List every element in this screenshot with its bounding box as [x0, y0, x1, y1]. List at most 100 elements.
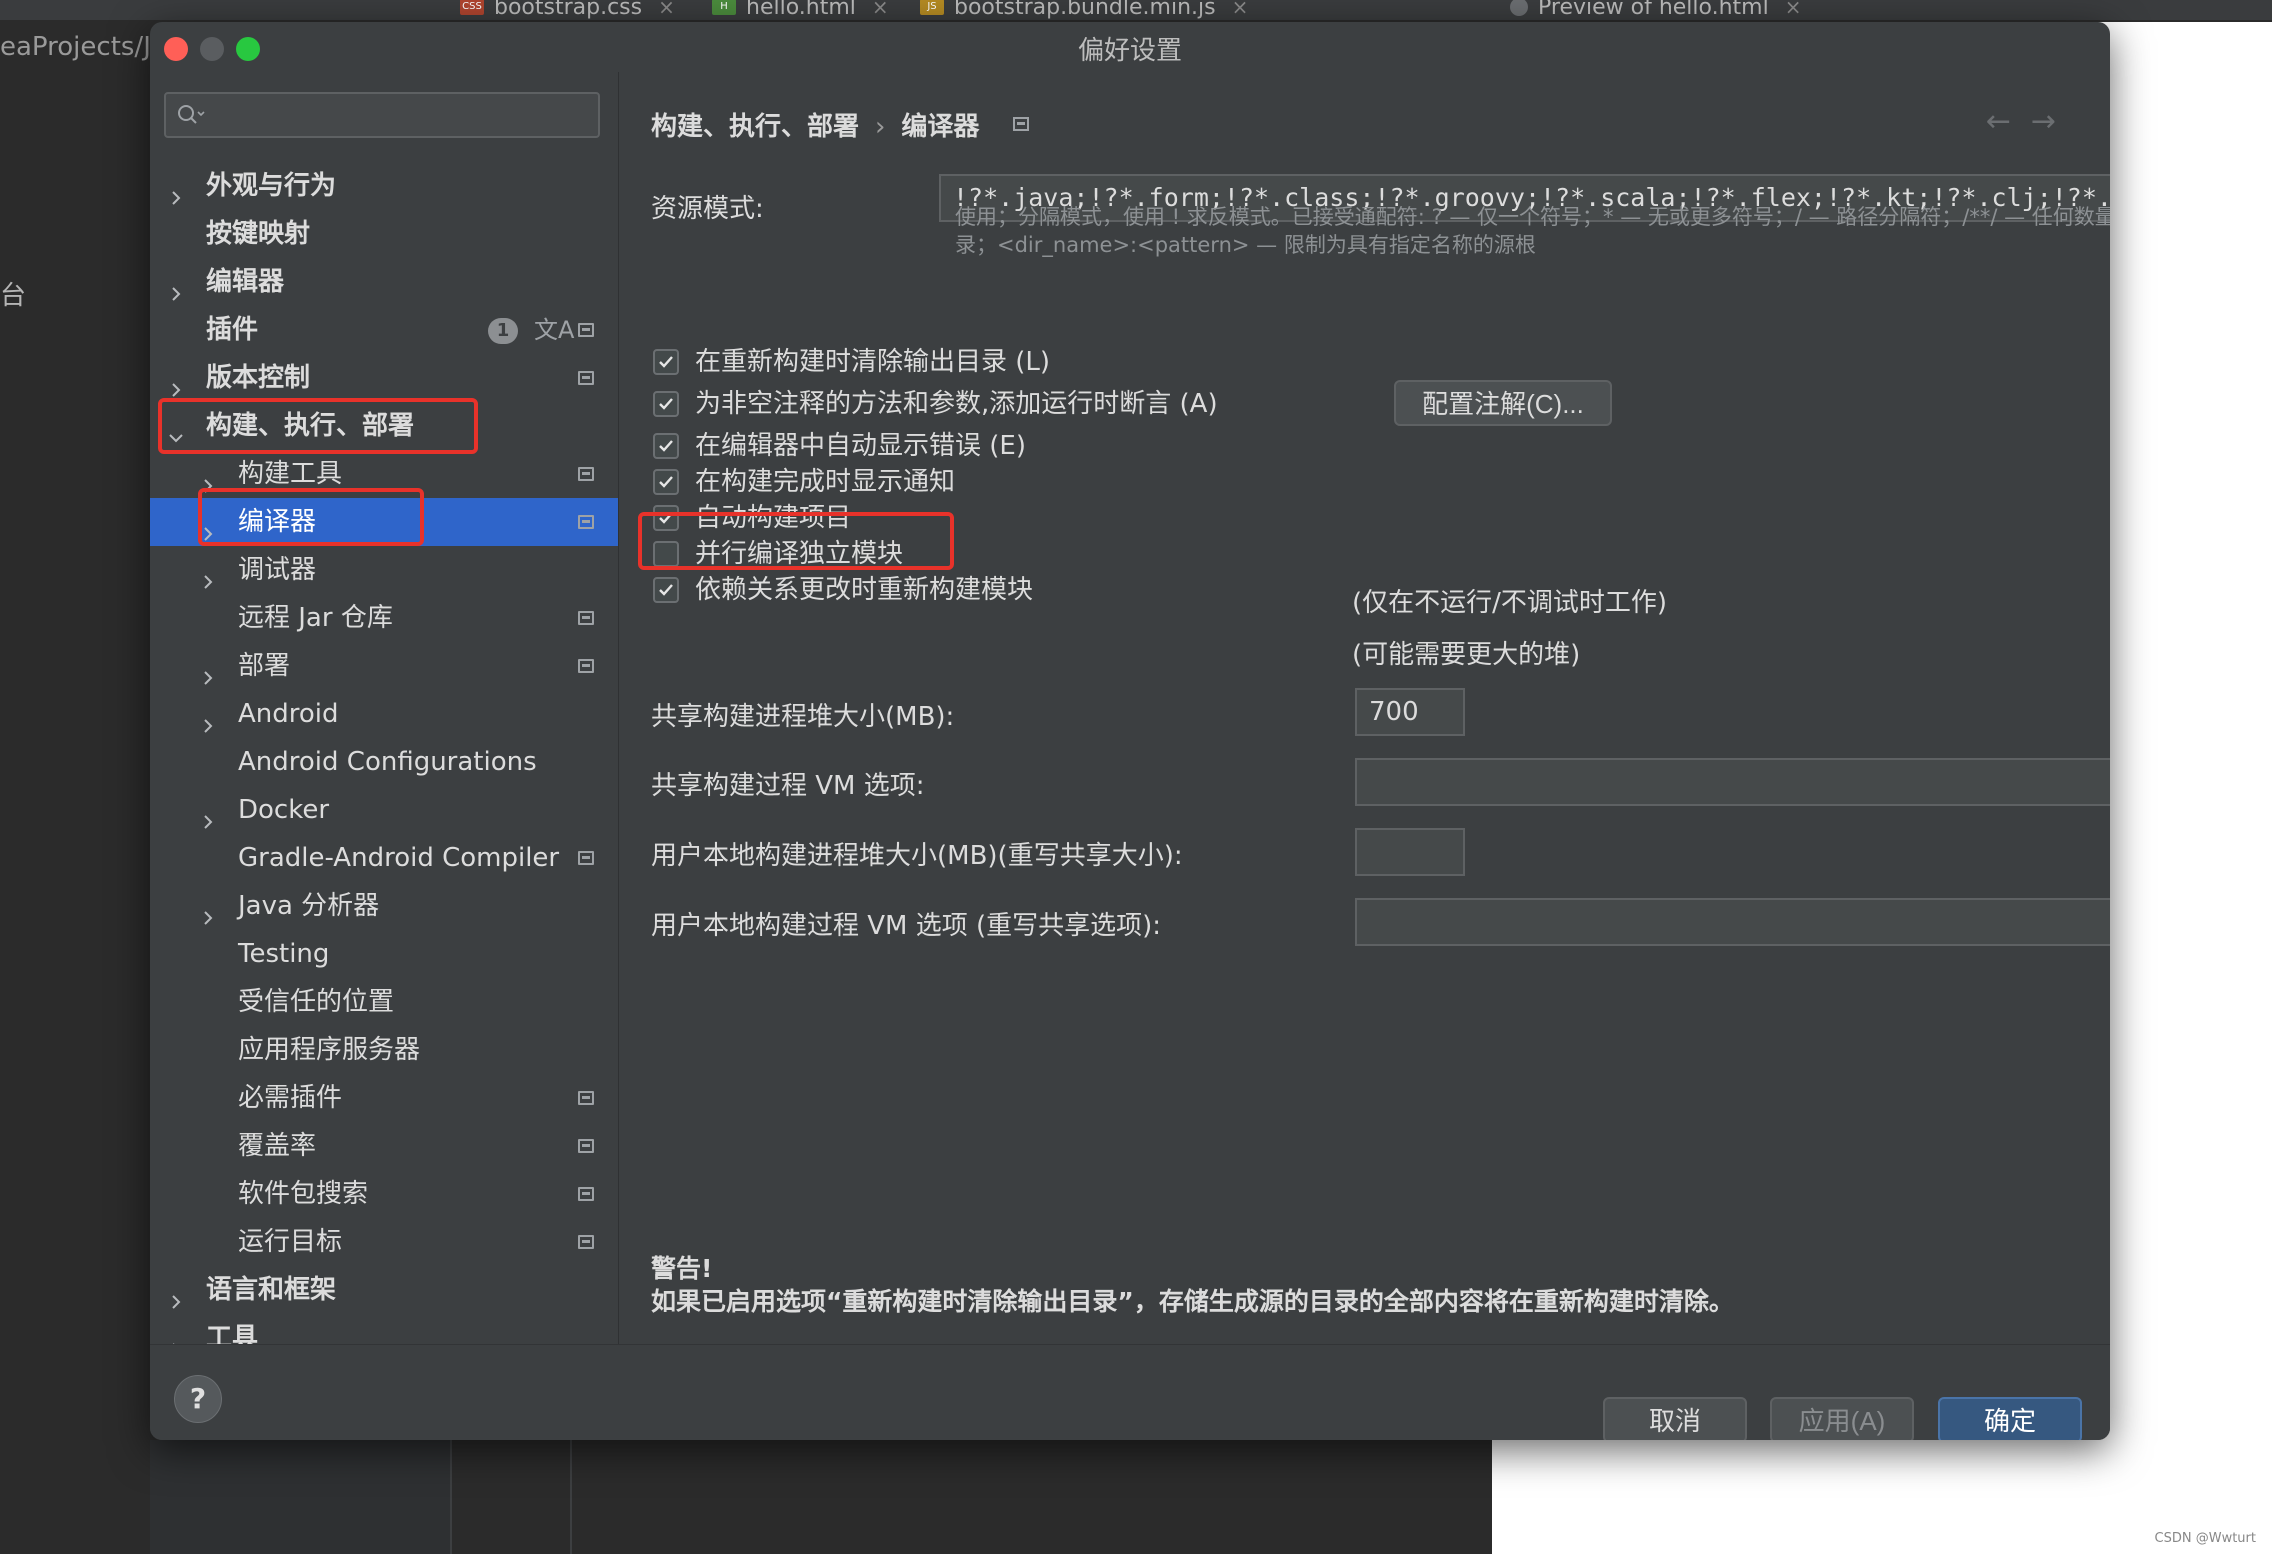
- chevron-right-icon[interactable]: [198, 560, 218, 589]
- option-label: 为非空注释的方法和参数,添加运行时断言 (A): [695, 389, 1218, 419]
- shared-vm-options-input[interactable]: [1355, 758, 2110, 806]
- sidebar-item-label: 按键映射: [206, 219, 311, 249]
- ide-project-panel: [0, 20, 150, 1554]
- breadcrumb-separator: ›: [875, 112, 886, 142]
- chevron-right-icon[interactable]: [166, 272, 186, 301]
- sidebar-item[interactable]: 应用程序服务器: [150, 1026, 618, 1074]
- sidebar-item[interactable]: 必需插件: [150, 1074, 618, 1122]
- configure-annotations-button[interactable]: 配置注解(C)...: [1394, 380, 1612, 426]
- sidebar-item[interactable]: 按键映射: [150, 210, 618, 258]
- editor-tab-bootstrap-css[interactable]: CSS bootstrap.css ×: [460, 0, 675, 20]
- tab-label: bootstrap.css: [494, 0, 643, 20]
- sidebar-item-label: 插件: [206, 315, 259, 345]
- sidebar-item[interactable]: 覆盖率: [150, 1122, 618, 1170]
- local-heap-input[interactable]: [1355, 828, 1465, 876]
- local-vm-options-label: 用户本地构建过程 VM 选项 (重写共享选项):: [651, 911, 1162, 941]
- help-button[interactable]: ?: [174, 1375, 222, 1423]
- sidebar-item-label: 运行目标: [238, 1227, 343, 1257]
- sidebar-item[interactable]: 软件包搜索: [150, 1170, 618, 1218]
- resource-patterns-hint: 使用；分隔模式，使用 ! 求反模式。已接受通配符: ? — 仅一个符号；* — …: [955, 203, 2110, 259]
- close-icon[interactable]: ×: [1232, 0, 1249, 19]
- close-icon[interactable]: ×: [658, 0, 675, 19]
- chevron-right-icon[interactable]: [166, 1280, 186, 1309]
- sidebar-item-label: 语言和框架: [206, 1275, 337, 1305]
- globe-icon: [1510, 0, 1528, 16]
- chevron-right-icon[interactable]: [198, 464, 218, 493]
- cancel-button[interactable]: 取消: [1603, 1397, 1747, 1440]
- sidebar-item[interactable]: 调试器: [150, 546, 618, 594]
- html-file-icon: H: [712, 0, 736, 15]
- editor-tab-preview[interactable]: Preview of hello.html ×: [1510, 0, 1801, 20]
- back-arrow-icon[interactable]: ←: [1986, 104, 2031, 139]
- sidebar-item[interactable]: 受信任的位置: [150, 978, 618, 1026]
- sidebar-item[interactable]: Gradle-Android Compiler: [150, 834, 618, 882]
- sidebar-item-label: 软件包搜索: [238, 1179, 369, 1209]
- ide-editor-area: [570, 1440, 1494, 1554]
- breadcrumb-parent[interactable]: 构建、执行、部署: [651, 112, 859, 142]
- shared-heap-input[interactable]: 700: [1355, 688, 1465, 736]
- settings-sidebar: 外观与行为 按键映射 编辑器 插件 1 文A 版本控制 构建、执行、部署 构建工具 编译器 调试器远…: [150, 72, 619, 1357]
- chevron-right-icon[interactable]: [198, 896, 218, 925]
- option-label: 在构建完成时显示通知: [695, 467, 956, 497]
- apply-button[interactable]: 应用(A): [1770, 1397, 1914, 1440]
- dialog-footer: ? 取消 应用(A) 确定: [150, 1344, 2110, 1440]
- sidebar-item-label: Gradle-Android Compiler: [238, 843, 560, 873]
- project-path-fragment: eaProjects/Ja: [0, 32, 167, 62]
- sidebar-item[interactable]: 运行目标: [150, 1218, 618, 1266]
- auto-build-note: (仅在不运行/不调试时工作): [1352, 588, 1668, 618]
- project-scope-icon: [578, 1139, 594, 1153]
- sidebar-item[interactable]: Testing: [150, 930, 618, 978]
- option-label: 在重新构建时清除输出目录 (L): [695, 347, 1051, 377]
- close-icon[interactable]: ×: [1785, 0, 1802, 19]
- sidebar-item-label: 受信任的位置: [238, 987, 395, 1017]
- sidebar-item[interactable]: 语言和框架: [150, 1266, 618, 1314]
- sidebar-item[interactable]: 外观与行为: [150, 162, 618, 210]
- css-file-icon: CSS: [460, 0, 484, 15]
- sidebar-item-label: Docker: [238, 795, 330, 825]
- sidebar-item[interactable]: Docker: [150, 786, 618, 834]
- sidebar-item-label: 部署: [238, 651, 291, 681]
- chevron-right-icon[interactable]: [198, 704, 218, 733]
- ide-gutter: [450, 1440, 572, 1554]
- editor-tab-bootstrap-bundle[interactable]: JS bootstrap.bundle.min.js ×: [920, 0, 1248, 20]
- side-text-fragment: 台: [0, 281, 27, 311]
- sidebar-item[interactable]: 远程 Jar 仓库: [150, 594, 618, 642]
- local-vm-options-input[interactable]: [1355, 898, 2110, 946]
- chevron-right-icon[interactable]: [166, 368, 186, 397]
- highlight-compiler-item: [198, 488, 424, 546]
- checkbox-checked[interactable]: [653, 391, 679, 417]
- dialog-titlebar: 偏好设置: [150, 22, 2110, 72]
- checkbox-checked[interactable]: [653, 469, 679, 495]
- sidebar-item-label: 版本控制: [206, 363, 311, 393]
- forward-arrow-icon[interactable]: →: [2031, 104, 2076, 139]
- editor-tab-hello-html[interactable]: H hello.html ×: [712, 0, 889, 20]
- sidebar-item[interactable]: 插件 1 文A: [150, 306, 618, 354]
- shared-heap-value: 700: [1369, 697, 1419, 727]
- sidebar-item-label: Android Configurations: [238, 747, 537, 777]
- hint-line-1: 使用；分隔模式，使用 ! 求反模式。已接受通配符: ? — 仅一个符号；* — …: [955, 205, 2110, 229]
- ok-button[interactable]: 确定: [1938, 1397, 2082, 1440]
- ide-tab-bar: CSS bootstrap.css × H hello.html × JS bo…: [0, 0, 2272, 20]
- update-count-badge: 1: [488, 318, 518, 344]
- chevron-right-icon[interactable]: [166, 176, 186, 205]
- project-scope-icon: [578, 611, 594, 625]
- sidebar-item-label: Java 分析器: [238, 891, 380, 921]
- checkbox-checked[interactable]: [653, 577, 679, 603]
- settings-search-input[interactable]: [164, 92, 600, 138]
- sidebar-item[interactable]: 版本控制: [150, 354, 618, 402]
- sidebar-item[interactable]: Android: [150, 690, 618, 738]
- chevron-right-icon[interactable]: [198, 656, 218, 685]
- checkbox-checked[interactable]: [653, 349, 679, 375]
- sidebar-item[interactable]: 部署: [150, 642, 618, 690]
- tab-label: hello.html: [746, 0, 856, 20]
- sidebar-item[interactable]: Java 分析器: [150, 882, 618, 930]
- close-icon[interactable]: ×: [872, 0, 889, 19]
- checkbox-checked[interactable]: [653, 433, 679, 459]
- search-icon: [178, 105, 205, 124]
- tab-label: Preview of hello.html: [1538, 0, 1769, 20]
- project-scope-icon: [578, 1235, 594, 1249]
- breadcrumb-current: 编译器: [901, 112, 980, 142]
- sidebar-item[interactable]: 编辑器: [150, 258, 618, 306]
- sidebar-item[interactable]: Android Configurations: [150, 738, 618, 786]
- chevron-right-icon[interactable]: [198, 800, 218, 829]
